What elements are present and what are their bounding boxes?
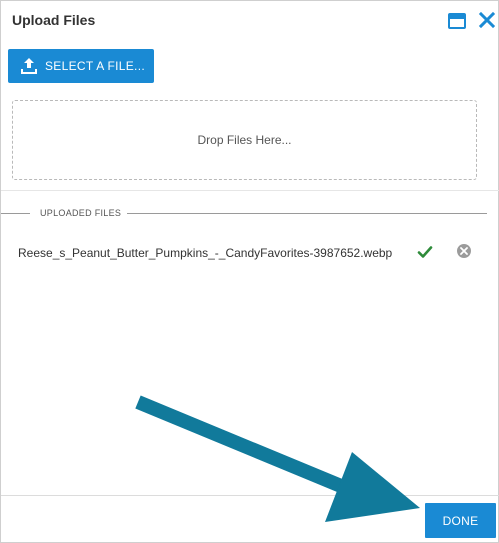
remove-icon[interactable] [456,243,472,259]
section-divider-right [127,213,487,214]
uploaded-files-heading: UPLOADED FILES [40,208,122,218]
footer-divider [1,495,499,496]
drop-zone[interactable]: Drop Files Here... [12,100,477,180]
upload-files-dialog: Upload Files SELECT A FILE... Drop Files… [0,0,499,543]
dialog-title: Upload Files [12,12,96,28]
done-button-label: DONE [442,513,479,528]
window-maximize-icon[interactable] [448,13,466,29]
drop-zone-text: Drop Files Here... [197,133,292,147]
close-icon[interactable] [478,11,496,29]
select-file-button[interactable]: SELECT A FILE... [8,49,154,83]
divider [1,190,499,191]
uploaded-file-row: Reese_s_Peanut_Butter_Pumpkins_-_CandyFa… [1,239,499,265]
upload-icon [21,58,37,74]
select-file-label: SELECT A FILE... [45,59,145,73]
section-divider-left [1,213,30,214]
uploaded-file-name: Reese_s_Peanut_Butter_Pumpkins_-_CandyFa… [18,246,393,260]
done-button[interactable]: DONE [425,503,496,538]
check-icon [417,246,433,258]
